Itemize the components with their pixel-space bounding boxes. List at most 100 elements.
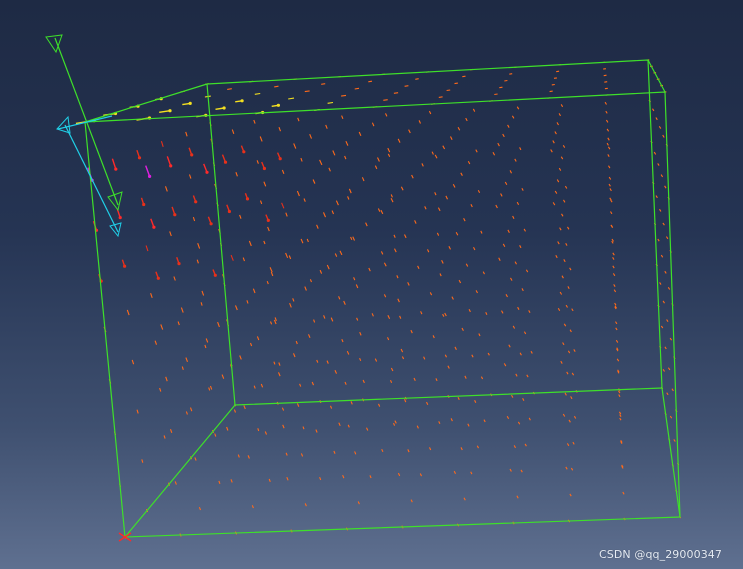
- field-vector: [165, 376, 168, 382]
- field-vector: [557, 307, 561, 312]
- field-vector: [198, 507, 202, 511]
- field-vector: [247, 455, 250, 459]
- field-vector-head: [242, 150, 246, 154]
- field-vector: [483, 419, 486, 423]
- field-vector: [185, 357, 189, 362]
- field-vector: [513, 445, 516, 449]
- field-vector: [428, 110, 432, 115]
- field-vector-head: [245, 197, 250, 201]
- field-vector-head: [156, 276, 160, 280]
- field-vector: [304, 503, 307, 507]
- field-vector: [610, 211, 613, 215]
- field-vector: [257, 428, 260, 432]
- field-vector: [609, 197, 612, 201]
- field-vector: [660, 174, 664, 178]
- field-vector: [512, 215, 515, 219]
- field-vector: [567, 286, 570, 290]
- field-vector: [221, 374, 225, 379]
- field-vector: [312, 179, 316, 184]
- field-vector: [662, 134, 665, 138]
- field-vector: [371, 313, 374, 317]
- field-vector: [169, 231, 172, 237]
- field-vector: [131, 359, 135, 365]
- field-vector: [214, 433, 217, 437]
- field-vector: [209, 385, 213, 390]
- field-vector: [387, 315, 391, 319]
- field-vector: [562, 342, 565, 346]
- field-vector: [345, 140, 349, 146]
- field-vector-head: [205, 170, 209, 174]
- field-vector: [556, 179, 560, 183]
- field-vector: [205, 338, 209, 343]
- field-vector: [326, 360, 329, 364]
- field-vector: [374, 165, 378, 170]
- field-vector: [605, 119, 609, 123]
- field-vector: [563, 323, 567, 327]
- field-vector: [383, 262, 387, 267]
- field-vector: [664, 185, 667, 189]
- field-vector: [296, 403, 300, 407]
- field-vector: [414, 220, 417, 224]
- field-vector: [347, 196, 350, 200]
- field-vector: [514, 261, 517, 265]
- field-vector: [285, 212, 288, 217]
- field-vector: [618, 394, 621, 398]
- field-vector: [404, 85, 409, 87]
- field-vector: [446, 89, 451, 92]
- field-vector: [300, 453, 304, 457]
- field-vector-head: [222, 106, 226, 110]
- field-vector: [400, 348, 404, 353]
- field-vector: [566, 443, 570, 447]
- field-vector: [470, 204, 473, 208]
- field-vector: [453, 470, 456, 474]
- field-vector: [306, 238, 309, 243]
- field-vector: [380, 251, 384, 255]
- field-vector: [417, 265, 420, 270]
- field-vector: [570, 396, 573, 400]
- field-vector: [296, 190, 300, 197]
- field-vector: [448, 245, 451, 250]
- field-vector: [520, 469, 523, 473]
- field-vector: [667, 287, 671, 290]
- field-vector: [515, 373, 518, 377]
- field-vector: [288, 97, 295, 100]
- field-vector: [368, 267, 371, 272]
- field-vector: [327, 101, 334, 104]
- field-vector: [463, 217, 466, 222]
- field-vector: [194, 457, 197, 461]
- watermark-text: CSDN @qq_29000347: [598, 548, 722, 561]
- vector-field-arrows: [75, 59, 682, 539]
- field-vector: [618, 411, 622, 415]
- field-vector: [475, 290, 478, 294]
- field-vector: [622, 491, 625, 495]
- field-vector: [252, 288, 256, 294]
- field-vector: [230, 254, 234, 261]
- axis-triad[interactable]: [45, 34, 123, 238]
- field-vector: [528, 417, 531, 421]
- field-vector: [442, 145, 446, 150]
- field-vector: [607, 137, 610, 141]
- field-vector: [614, 302, 617, 306]
- field-vector: [571, 372, 575, 376]
- field-vector-head: [169, 164, 173, 168]
- field-vector: [282, 424, 285, 429]
- 3d-viewport[interactable]: CSDN @qq_29000347: [0, 0, 743, 569]
- field-vector: [514, 158, 517, 162]
- box-edge-top-right: [647, 59, 666, 93]
- field-vector: [316, 359, 319, 363]
- field-vector: [427, 249, 430, 253]
- field-vector: [237, 454, 240, 458]
- field-vector: [173, 276, 176, 281]
- field-vector: [387, 153, 391, 158]
- field-vector: [472, 108, 476, 112]
- field-vector: [319, 476, 322, 481]
- field-vector-head: [114, 167, 118, 171]
- field-vector: [408, 129, 411, 134]
- field-vector: [332, 150, 336, 156]
- field-vector: [235, 172, 238, 177]
- field-vector: [292, 298, 295, 302]
- field-vector: [613, 289, 617, 293]
- field-vector: [475, 149, 478, 153]
- field-vector: [657, 238, 660, 242]
- triad-axis-cyan-diagonal: [64, 124, 119, 233]
